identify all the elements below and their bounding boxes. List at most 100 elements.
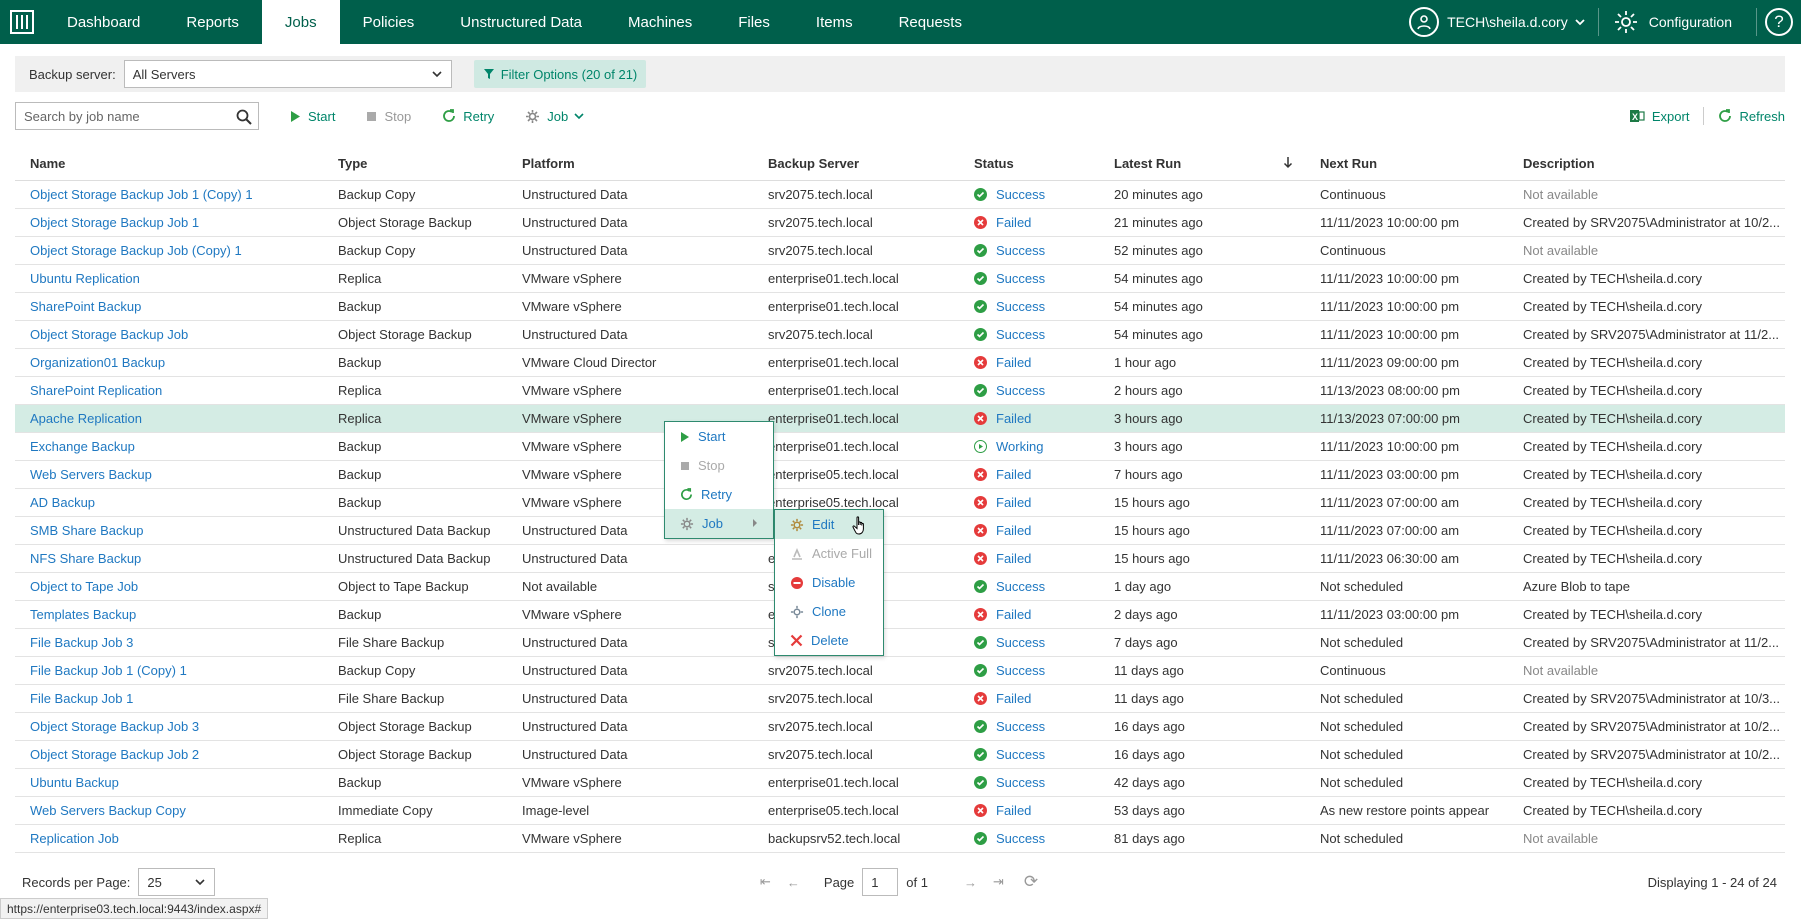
nav-policies[interactable]: Policies — [340, 0, 438, 44]
col-type[interactable]: Type — [323, 156, 507, 171]
table-row[interactable]: Exchange Backup Backup VMware vSphere enter… — [15, 433, 1785, 461]
backup-server-select[interactable]: All Servers — [123, 60, 452, 88]
nav-reports[interactable]: Reports — [163, 0, 262, 44]
status-badge[interactable]: Failed — [974, 607, 1099, 622]
job-name-link[interactable]: File Backup Job 1 — [15, 691, 323, 706]
status-badge[interactable]: Success — [974, 831, 1099, 846]
job-name-link[interactable]: Web Servers Backup Copy — [15, 803, 323, 818]
job-name-link[interactable]: Object Storage Backup Job — [15, 327, 323, 342]
table-row[interactable]: Object Storage Backup Job 3 Object Storag… — [15, 713, 1785, 741]
status-badge[interactable]: Success — [974, 271, 1099, 286]
job-name-link[interactable]: File Backup Job 3 — [15, 635, 323, 650]
next-page-icon[interactable]: → — [964, 875, 977, 890]
prev-page-icon[interactable]: ← — [787, 875, 800, 890]
nav-requests[interactable]: Requests — [876, 0, 985, 44]
status-badge[interactable]: Failed — [974, 523, 1099, 538]
col-description[interactable]: Description — [1508, 156, 1785, 171]
job-name-link[interactable]: Organization01 Backup — [15, 355, 323, 370]
table-row[interactable]: NFS Share Backup Unstructured Data Backup… — [15, 545, 1785, 573]
export-button[interactable]: X Export — [1629, 109, 1689, 124]
col-next-run[interactable]: Next Run — [1305, 156, 1508, 171]
status-badge[interactable]: Success — [974, 579, 1099, 594]
status-badge[interactable]: Failed — [974, 803, 1099, 818]
table-row[interactable]: File Backup Job 1 (Copy) 1 Backup Copy Uns… — [15, 657, 1785, 685]
job-name-link[interactable]: Object Storage Backup Job (Copy) 1 — [15, 243, 323, 258]
job-name-link[interactable]: Object Storage Backup Job 3 — [15, 719, 323, 734]
sort-descending-icon[interactable] — [1283, 156, 1293, 169]
status-badge[interactable]: Failed — [974, 215, 1099, 230]
table-row[interactable]: Object Storage Backup Job Object Storage … — [15, 321, 1785, 349]
col-latest-run[interactable]: Latest Run — [1099, 156, 1305, 171]
status-badge[interactable]: Success — [974, 299, 1099, 314]
table-row[interactable]: AD Backup Backup VMware vSphere enterprise0… — [15, 489, 1785, 517]
job-name-link[interactable]: Web Servers Backup — [15, 467, 323, 482]
job-name-link[interactable]: File Backup Job 1 (Copy) 1 — [15, 663, 323, 678]
configuration-button[interactable]: Configuration — [1599, 0, 1756, 44]
table-row[interactable]: Object to Tape Job Object to Tape Backup N… — [15, 573, 1785, 601]
records-per-page-select[interactable]: 25 — [138, 868, 216, 896]
first-page-icon[interactable]: ⇤ — [760, 874, 771, 890]
job-name-link[interactable]: Replication Job — [15, 831, 323, 846]
status-badge[interactable]: Success — [974, 663, 1099, 678]
status-badge[interactable]: Success — [974, 635, 1099, 650]
table-row[interactable]: Web Servers Backup Copy Immediate Copy Ima… — [15, 797, 1785, 825]
nav-files[interactable]: Files — [715, 0, 793, 44]
status-badge[interactable]: Failed — [974, 411, 1099, 426]
page-input[interactable]: 1 — [862, 868, 899, 896]
menu-item-start[interactable]: Start — [665, 422, 773, 451]
job-name-link[interactable]: AD Backup — [15, 495, 323, 510]
job-name-link[interactable]: Object to Tape Job — [15, 579, 323, 594]
table-row[interactable]: SharePoint Replication Replica VMware vSph… — [15, 377, 1785, 405]
nav-dashboard[interactable]: Dashboard — [44, 0, 163, 44]
job-name-link[interactable]: SharePoint Backup — [15, 299, 323, 314]
status-badge[interactable]: Success — [974, 383, 1099, 398]
status-badge[interactable]: Failed — [974, 551, 1099, 566]
table-row[interactable]: Replication Job Replica VMware vSphere back… — [15, 825, 1785, 853]
job-name-link[interactable]: SMB Share Backup — [15, 523, 323, 538]
table-row[interactable]: Object Storage Backup Job 2 Object Storag… — [15, 741, 1785, 769]
status-badge[interactable]: Failed — [974, 355, 1099, 370]
status-badge[interactable]: Failed — [974, 691, 1099, 706]
stop-button[interactable]: Stop — [366, 109, 411, 124]
table-row[interactable]: Object Storage Backup Job 1 Object Storag… — [15, 209, 1785, 237]
status-badge[interactable]: Working — [974, 439, 1099, 454]
table-row[interactable]: File Backup Job 1 File Share Backup Unstru… — [15, 685, 1785, 713]
menu-item-clone[interactable]: Clone — [775, 597, 883, 626]
table-row[interactable]: SMB Share Backup Unstructured Data Backup… — [15, 517, 1785, 545]
search-input[interactable] — [24, 108, 224, 124]
nav-machines[interactable]: Machines — [605, 0, 715, 44]
job-name-link[interactable]: Exchange Backup — [15, 439, 323, 454]
table-row[interactable]: Object Storage Backup Job 1 (Copy) 1 Back… — [15, 181, 1785, 209]
job-name-link[interactable]: Templates Backup — [15, 607, 323, 622]
menu-item-job[interactable]: Job — [665, 509, 773, 538]
search-icon[interactable] — [236, 109, 252, 125]
table-row[interactable]: File Backup Job 3 File Share Backup Unstru… — [15, 629, 1785, 657]
help-button[interactable]: ? — [1757, 0, 1801, 44]
status-badge[interactable]: Success — [974, 187, 1099, 202]
col-status[interactable]: Status — [959, 156, 1099, 171]
status-badge[interactable]: Success — [974, 719, 1099, 734]
menu-item-stop[interactable]: Stop — [665, 451, 773, 480]
table-row[interactable]: Ubuntu Backup Backup VMware vSphere enterpr… — [15, 769, 1785, 797]
start-button[interactable]: Start — [290, 109, 335, 124]
table-row[interactable]: Object Storage Backup Job (Copy) 1 Backup… — [15, 237, 1785, 265]
col-backup-server[interactable]: Backup Server — [753, 156, 959, 171]
app-logo[interactable] — [0, 0, 44, 44]
status-badge[interactable]: Success — [974, 775, 1099, 790]
job-name-link[interactable]: Object Storage Backup Job 2 — [15, 747, 323, 762]
table-row[interactable]: Templates Backup Backup VMware vSphere e Fai… — [15, 601, 1785, 629]
table-row[interactable]: Ubuntu Replication Replica VMware vSphere e… — [15, 265, 1785, 293]
status-badge[interactable]: Failed — [974, 495, 1099, 510]
table-row[interactable]: Web Servers Backup Backup VMware vSphere en… — [15, 461, 1785, 489]
nav-items[interactable]: Items — [793, 0, 876, 44]
status-badge[interactable]: Success — [974, 243, 1099, 258]
job-name-link[interactable]: NFS Share Backup — [15, 551, 323, 566]
menu-item-delete[interactable]: Delete — [775, 626, 883, 655]
col-name[interactable]: Name — [15, 156, 323, 171]
menu-item-edit[interactable]: Edit — [775, 510, 883, 539]
retry-button[interactable]: Retry — [442, 109, 494, 124]
job-name-link[interactable]: Ubuntu Replication — [15, 271, 323, 286]
user-menu[interactable]: TECH\sheila.d.cory — [1397, 0, 1598, 44]
col-platform[interactable]: Platform — [507, 156, 753, 171]
menu-item-active-full[interactable]: Active Full — [775, 539, 883, 568]
